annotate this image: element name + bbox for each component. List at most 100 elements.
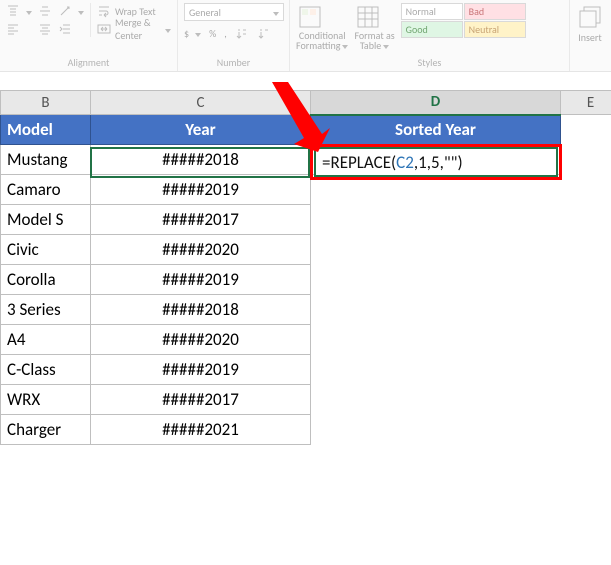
cell-styles-gallery[interactable]: Normal Bad Good Neutral <box>401 3 526 38</box>
cell-model[interactable]: 3 Series <box>1 295 91 325</box>
cell-empty[interactable] <box>561 295 611 325</box>
cell[interactable] <box>91 445 311 475</box>
currency-button[interactable]: $ <box>184 25 201 41</box>
cell[interactable] <box>561 535 611 565</box>
ribbon-group-cells: Insert <box>570 0 610 71</box>
conditional-formatting-button[interactable]: ConditionalFormatting <box>296 3 348 51</box>
table-row: Model S#####2017 <box>1 205 611 235</box>
ribbon-group-alignment: Wrap Text Merge & Center Alignment <box>0 0 178 71</box>
cell-sorted-year[interactable] <box>311 355 561 385</box>
cell-sorted-year[interactable] <box>311 415 561 445</box>
cell[interactable] <box>1 475 91 505</box>
style-normal[interactable]: Normal <box>401 3 463 20</box>
cell-sorted-year[interactable] <box>311 385 561 415</box>
ribbon-group-number: General $ % , Number <box>178 0 290 71</box>
cell-empty[interactable] <box>561 145 611 175</box>
cell-model[interactable]: Civic <box>1 235 91 265</box>
cell-model[interactable]: C-Class <box>1 355 91 385</box>
cell[interactable] <box>561 475 611 505</box>
number-format-dropdown[interactable]: General <box>184 3 284 21</box>
cell-empty[interactable] <box>561 415 611 445</box>
align-center-button[interactable] <box>38 21 52 37</box>
style-bad[interactable]: Bad <box>464 3 526 20</box>
number-format-value: General <box>189 6 221 19</box>
cell-model[interactable]: WRX <box>1 385 91 415</box>
cell-sorted-year[interactable] <box>311 145 561 175</box>
cell[interactable] <box>91 475 311 505</box>
colhead-d[interactable]: D <box>311 91 561 115</box>
cell[interactable] <box>1 445 91 475</box>
cell[interactable] <box>311 475 561 505</box>
cell-year[interactable]: #####2017 <box>91 385 311 415</box>
cell-model[interactable]: A4 <box>1 325 91 355</box>
merge-icon <box>97 22 111 36</box>
cell[interactable] <box>1 505 91 535</box>
align-left-icon <box>6 22 20 36</box>
colhead-e[interactable]: E <box>561 91 611 115</box>
cell-year[interactable]: #####2018 <box>91 295 311 325</box>
indent-icon <box>58 22 72 36</box>
cell-empty[interactable] <box>561 325 611 355</box>
cell-sorted-year[interactable] <box>311 295 561 325</box>
colhead-c[interactable]: C <box>91 91 311 115</box>
align-left-button[interactable] <box>6 21 32 37</box>
table-row: WRX#####2017 <box>1 385 611 415</box>
table-row: Camaro#####2019 <box>1 175 611 205</box>
cell[interactable] <box>311 445 561 475</box>
format-as-table-button[interactable]: Format asTable <box>354 3 394 51</box>
cell-sorted-year[interactable] <box>311 325 561 355</box>
cell-year[interactable]: #####2020 <box>91 235 311 265</box>
cell-model[interactable]: Charger <box>1 415 91 445</box>
style-neutral[interactable]: Neutral <box>464 21 526 38</box>
header-model[interactable]: Model <box>1 115 91 145</box>
align-mid-icon <box>38 4 52 18</box>
cell-sorted-year[interactable] <box>311 205 561 235</box>
insert-button[interactable]: Insert <box>576 3 604 44</box>
comma-button[interactable]: , <box>224 25 227 41</box>
cell-empty[interactable] <box>561 265 611 295</box>
percent-button[interactable]: % <box>209 25 216 41</box>
cell-empty[interactable] <box>561 355 611 385</box>
align-top-button[interactable] <box>6 3 32 19</box>
increase-decimal-button[interactable] <box>235 25 249 41</box>
cell-empty[interactable] <box>561 235 611 265</box>
cell-e1[interactable] <box>561 115 611 145</box>
alignment-group-label: Alignment <box>6 56 171 69</box>
table-row: C-Class#####2019 <box>1 355 611 385</box>
cell-sorted-year[interactable] <box>311 265 561 295</box>
cell-empty[interactable] <box>561 385 611 415</box>
style-good[interactable]: Good <box>401 21 463 38</box>
align-mid-button[interactable] <box>38 3 52 19</box>
cell-sorted-year[interactable] <box>311 175 561 205</box>
merge-center-button[interactable]: Merge & Center <box>97 21 171 37</box>
cell-sorted-year[interactable] <box>311 235 561 265</box>
cell[interactable] <box>561 445 611 475</box>
cell-year[interactable]: #####2019 <box>91 265 311 295</box>
decrease-decimal-button[interactable] <box>257 25 271 41</box>
cell[interactable] <box>311 505 561 535</box>
header-sorted-year[interactable]: Sorted Year <box>311 115 561 145</box>
colhead-b[interactable]: B <box>1 91 91 115</box>
cell-empty[interactable] <box>561 205 611 235</box>
cell[interactable] <box>311 535 561 565</box>
cell-model[interactable]: Corolla <box>1 265 91 295</box>
orientation-button[interactable] <box>58 3 84 19</box>
cell[interactable] <box>91 505 311 535</box>
cell-year[interactable]: #####2019 <box>91 355 311 385</box>
cell-year[interactable]: #####2021 <box>91 415 311 445</box>
cell-model[interactable]: Camaro <box>1 175 91 205</box>
cell-model[interactable]: Model S <box>1 205 91 235</box>
cell[interactable] <box>1 535 91 565</box>
grid-table[interactable]: B C D E Model Year Sorted Year Mustang##… <box>0 90 611 565</box>
cell[interactable] <box>91 535 311 565</box>
cell-year[interactable]: #####2020 <box>91 325 311 355</box>
cell-empty[interactable] <box>561 175 611 205</box>
table-row: A4#####2020 <box>1 325 611 355</box>
cell[interactable] <box>561 505 611 535</box>
cell-year[interactable]: #####2018 <box>91 145 311 175</box>
cell-model[interactable]: Mustang <box>1 145 91 175</box>
cell-year[interactable]: #####2019 <box>91 175 311 205</box>
cell-year[interactable]: #####2017 <box>91 205 311 235</box>
indent-button[interactable] <box>58 21 84 37</box>
header-year[interactable]: Year <box>91 115 311 145</box>
